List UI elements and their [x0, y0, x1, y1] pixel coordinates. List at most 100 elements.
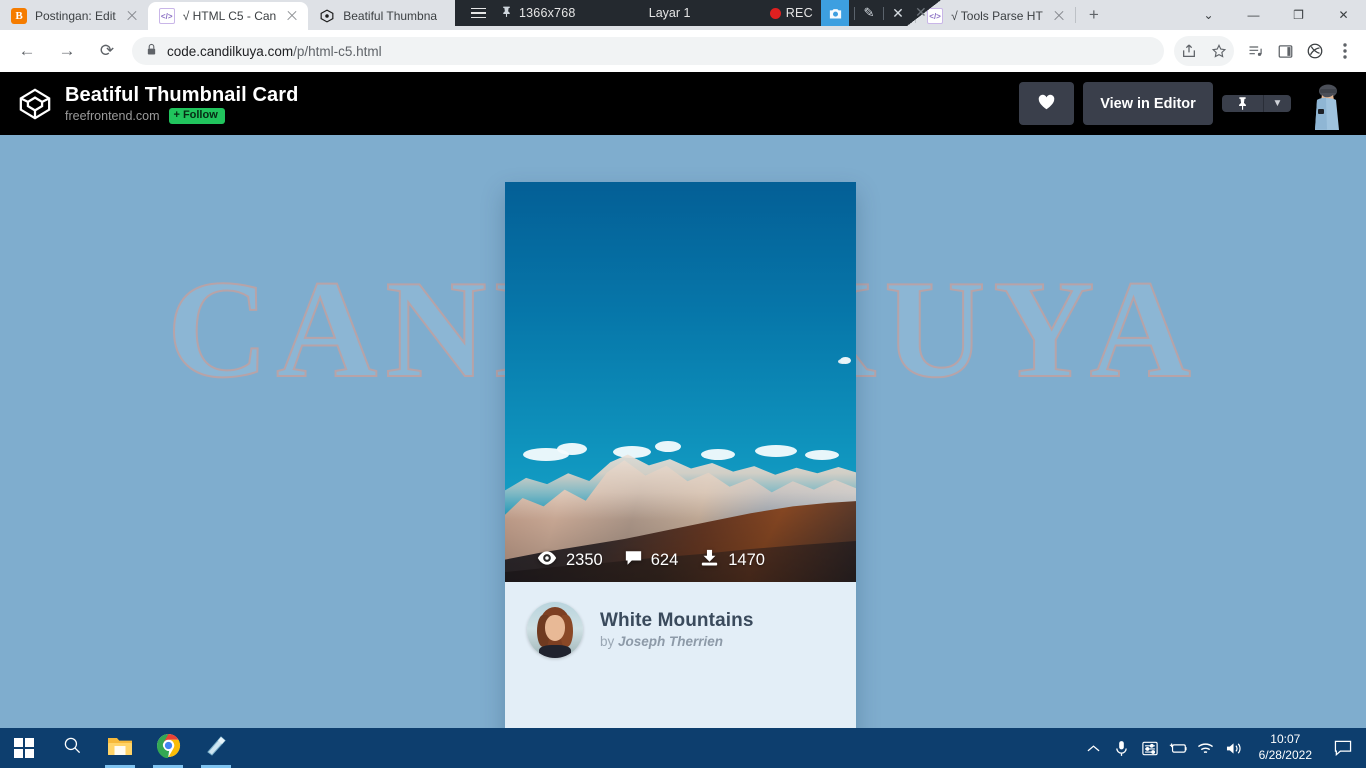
window-controls: ⌄ — ❐ ✕: [1186, 0, 1366, 30]
clock-date: 6/28/2022: [1258, 748, 1312, 762]
folder-icon: [107, 735, 133, 762]
windows-taskbar: 10:07 6/28/2022: [0, 728, 1366, 768]
header-actions: View in Editor ▼: [1019, 77, 1348, 130]
browser-toolbar: ← → ⟳ code.candilkuya.com/p/html-c5.html: [0, 30, 1366, 72]
microphone-icon[interactable]: [1109, 728, 1135, 768]
tab-close-icon[interactable]: [284, 8, 300, 24]
close-window-button[interactable]: ✕: [1321, 0, 1366, 30]
eye-icon: [537, 550, 557, 570]
search-icon: [63, 736, 82, 760]
bookmark-star-icon[interactable]: [1204, 36, 1234, 66]
source-label: freefrontend.com: [65, 108, 160, 123]
card-body: White Mountains by Joseph Therrien: [505, 582, 856, 677]
reading-list-icon[interactable]: [1240, 36, 1270, 66]
stat-value: 624: [650, 550, 679, 569]
chrome-icon: [156, 733, 181, 763]
maximize-button[interactable]: ❐: [1276, 0, 1321, 30]
recorder-dimensions: 1366x768: [519, 6, 576, 20]
card-footer-fill: [505, 677, 856, 728]
record-indicator-dot: [769, 7, 781, 19]
freefrontend-icon: [319, 8, 335, 24]
screen-recorder-toolbar[interactable]: 1366x768 Layar 1 REC ✎ ✕: [455, 0, 907, 26]
plus-icon: +: [173, 108, 180, 121]
recorder-icon: [204, 734, 228, 763]
tab-title: √ HTML C5 - Can: [182, 9, 277, 23]
notification-icon[interactable]: [1326, 728, 1360, 768]
card-title: White Mountains: [600, 610, 754, 631]
clock-time: 10:07: [1270, 732, 1301, 747]
tab-close-icon[interactable]: [1051, 8, 1067, 24]
minimize-button[interactable]: —: [1231, 0, 1276, 30]
recorder-layer-label: Layar 1: [648, 6, 691, 20]
thumbnail-card[interactable]: 2350 624 1470 White Mountains by Joseph …: [505, 182, 856, 728]
cloud-band: [505, 440, 856, 464]
battery-icon[interactable]: [1165, 728, 1191, 768]
follow-button[interactable]: + Follow: [168, 107, 225, 124]
comment-icon: [625, 550, 642, 571]
user-avatar[interactable]: [1304, 77, 1348, 130]
like-button[interactable]: [1019, 82, 1074, 125]
view-in-editor-button[interactable]: View in Editor: [1083, 82, 1213, 125]
browser-tab-2[interactable]: Beatiful Thumbna: [308, 2, 445, 30]
camera-icon[interactable]: [821, 0, 849, 26]
address-bar[interactable]: code.candilkuya.com/p/html-c5.html: [132, 37, 1164, 65]
reload-button[interactable]: ⟳: [90, 34, 124, 68]
heart-icon: [1037, 93, 1056, 115]
page-title: Beatiful Thumbnail Card: [65, 83, 299, 106]
stat-views: 2350: [537, 551, 603, 570]
system-tray: 10:07 6/28/2022: [1081, 728, 1366, 768]
wifi-icon[interactable]: [1193, 728, 1219, 768]
author-avatar: [527, 601, 583, 658]
tab-title: Postingan: Edit: [35, 9, 116, 23]
extension-icon[interactable]: [1300, 36, 1330, 66]
stat-value: 2350: [566, 550, 603, 569]
url-path: /p/html-c5.html: [293, 43, 382, 59]
pin-icon[interactable]: [1222, 95, 1263, 112]
google-chrome[interactable]: [144, 728, 192, 768]
tab-search-chevron-icon[interactable]: ⌄: [1186, 0, 1231, 30]
recorder-secondary-close-icon[interactable]: ✕: [915, 4, 927, 21]
tab-divider: [1074, 7, 1076, 23]
by-prefix: by: [600, 634, 615, 649]
side-panel-icon[interactable]: [1270, 36, 1300, 66]
lock-icon: [146, 43, 157, 59]
card-byline: by Joseph Therrien: [600, 634, 753, 649]
windows-logo-icon: [13, 737, 35, 759]
pin-icon[interactable]: [493, 4, 519, 22]
toolbar-actions: [1174, 36, 1366, 66]
pencil-icon[interactable]: ✎: [860, 5, 878, 21]
search-button[interactable]: [48, 728, 96, 768]
back-button[interactable]: ←: [10, 34, 44, 68]
screen: B Postingan: Edit </> √ HTML C5 - Can Be…: [0, 0, 1366, 768]
show-hidden-icons[interactable]: [1081, 728, 1107, 768]
file-explorer[interactable]: [96, 728, 144, 768]
recorder-close-icon[interactable]: ✕: [889, 5, 907, 22]
stat-downloads: 1470: [700, 549, 765, 571]
chevron-down-icon[interactable]: ▼: [1263, 95, 1291, 112]
share-icon[interactable]: [1174, 36, 1204, 66]
pin-split-button[interactable]: ▼: [1222, 95, 1291, 112]
hamburger-icon[interactable]: [463, 7, 493, 19]
browser-tab-0[interactable]: B Postingan: Edit: [0, 2, 148, 30]
record-label: REC: [785, 6, 813, 20]
freefrontend-cube-icon: [18, 87, 52, 121]
equalizer-icon[interactable]: [1137, 728, 1163, 768]
screen-recorder[interactable]: [192, 728, 240, 768]
card-stats: 2350 624 1470: [505, 549, 856, 571]
blogger-icon: B: [11, 8, 27, 24]
stat-comments: 624: [625, 550, 679, 571]
follow-label: Follow: [182, 108, 218, 121]
freefrontend-header: Beatiful Thumbnail Card freefrontend.com…: [0, 72, 1366, 135]
forward-button[interactable]: →: [50, 34, 84, 68]
start-button[interactable]: [0, 728, 48, 768]
code-icon: </>: [158, 8, 175, 24]
browser-tab-1[interactable]: </> √ HTML C5 - Can: [147, 2, 309, 30]
header-meta: Beatiful Thumbnail Card freefrontend.com…: [65, 84, 298, 124]
author-name: Joseph Therrien: [618, 634, 724, 649]
tab-close-icon[interactable]: [124, 8, 140, 24]
taskbar-clock[interactable]: 10:07 6/28/2022: [1249, 732, 1324, 763]
chrome-menu-icon[interactable]: [1330, 36, 1360, 66]
volume-icon[interactable]: [1221, 728, 1247, 768]
new-tab-button[interactable]: +: [1080, 1, 1108, 29]
stat-value: 1470: [728, 550, 765, 569]
